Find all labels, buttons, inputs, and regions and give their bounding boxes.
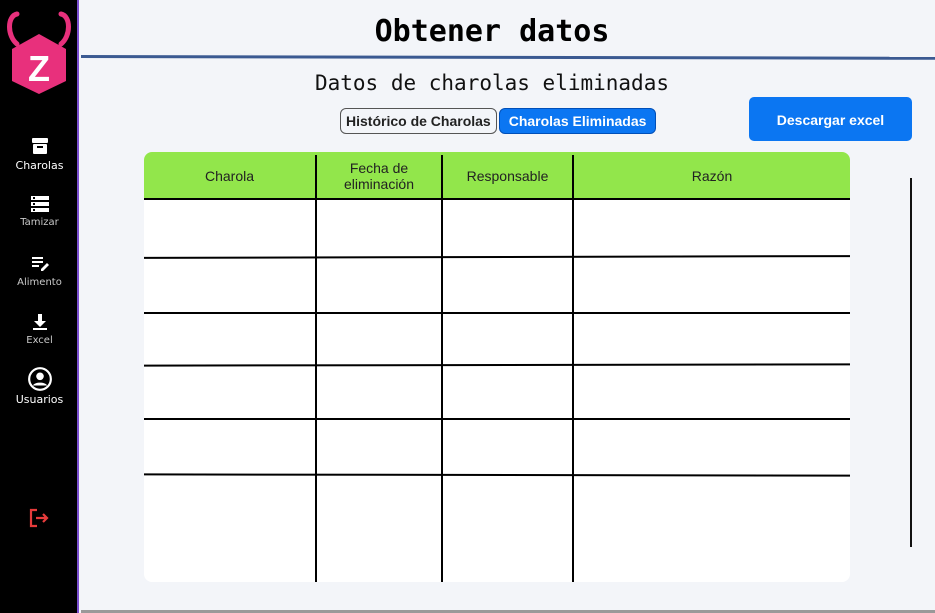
sidebar-item-charolas[interactable]: Charolas [0, 134, 79, 172]
sidebar-item-label: Tamizar [20, 217, 59, 228]
table-header: Charola Fecha de eliminación Responsable… [144, 152, 850, 200]
column-header-fecha-eliminacion: Fecha de eliminación [343, 160, 415, 192]
user-circle-icon [27, 367, 52, 391]
sidebar-item-tamizar[interactable]: Tamizar [0, 192, 79, 228]
table-row [144, 255, 850, 259]
page-title: Obtener datos [374, 14, 610, 49]
archive-box-icon [31, 138, 48, 154]
table-row [144, 418, 850, 420]
tab-charolas-eliminadas[interactable]: Charolas Eliminadas [498, 108, 657, 134]
tab-bar: Histórico de Charolas Charolas Eliminada… [340, 108, 657, 134]
main-content: Obtener datos Datos de charolas eliminad… [80, 0, 935, 613]
column-divider [315, 155, 317, 582]
sidebar-item-label: Charolas [15, 159, 64, 172]
column-header-razon: Razón [691, 168, 733, 184]
column-header-responsable: Responsable [466, 168, 549, 184]
page-subtitle: Datos de charolas eliminadas [314, 71, 669, 95]
column-divider [441, 155, 443, 582]
deleted-trays-table: Charola Fecha de eliminación Responsable… [144, 152, 850, 582]
logo-letter: Z [28, 48, 50, 89]
column-divider [572, 155, 574, 582]
scrollbar[interactable] [910, 178, 912, 547]
logo: Z [7, 11, 71, 94]
table-row [144, 473, 850, 477]
server-list-icon [30, 196, 49, 212]
sidebar-item-label: Alimento [17, 277, 62, 288]
table-row [144, 312, 850, 314]
column-header-charola: Charola [204, 168, 255, 184]
table-row [144, 363, 850, 367]
logout-icon[interactable] [27, 506, 51, 530]
download-icon [32, 314, 47, 330]
sidebar-item-alimento[interactable]: Alimento [0, 252, 79, 288]
sidebar-item-usuarios[interactable]: Usuarios [0, 366, 79, 406]
sidebar-item-label: Usuarios [15, 393, 64, 406]
sidebar-item-excel[interactable]: Excel [0, 310, 79, 346]
sidebar-item-label: Excel [26, 335, 53, 346]
download-excel-button[interactable]: Descargar excel [749, 97, 912, 141]
sidebar: Z Charolas Tamizar Alimento Excel Usuari… [0, 0, 79, 613]
edit-list-icon [31, 257, 49, 271]
tab-historico-charolas[interactable]: Histórico de Charolas [340, 108, 497, 134]
title-divider [80, 55, 935, 60]
